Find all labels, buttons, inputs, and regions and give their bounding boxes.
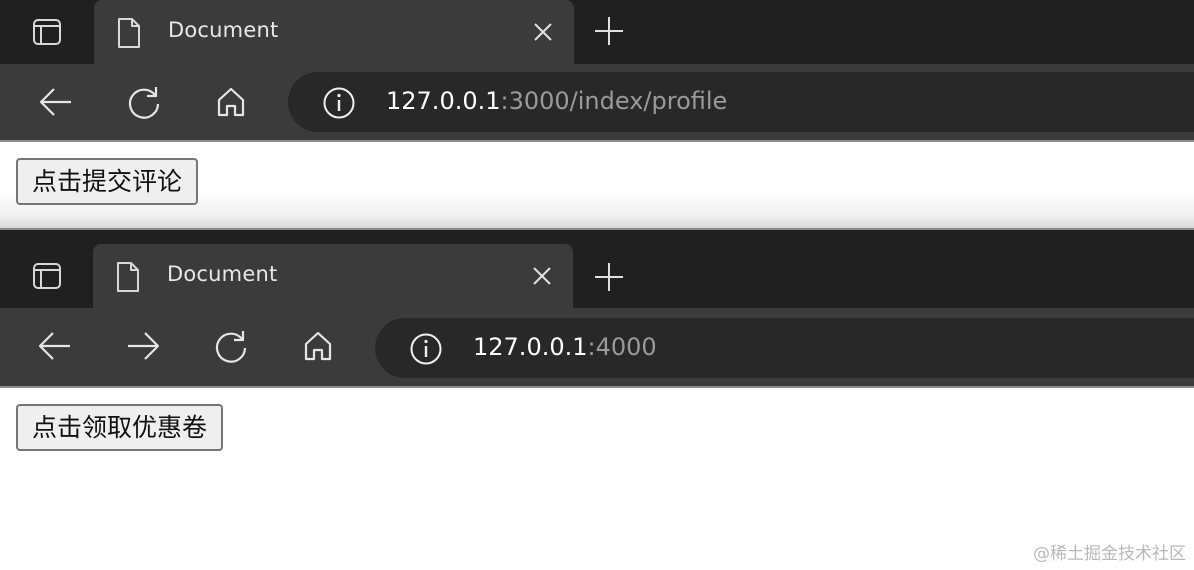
active-tab[interactable]: Document (93, 244, 573, 310)
back-button[interactable] (35, 326, 75, 366)
browser-window-2: Document 127.0.0.1:4000 点击领取优惠卷 (0, 228, 1194, 570)
reload-icon (215, 331, 247, 363)
address-bar[interactable]: 127.0.0.1:3000/index/profile (288, 72, 1194, 132)
active-tab[interactable]: Document (94, 0, 574, 64)
home-icon (304, 331, 332, 361)
navigation-toolbar: 127.0.0.1:4000 (0, 308, 1194, 386)
forward-button[interactable] (123, 326, 163, 366)
url-host: 127.0.0.1 (473, 333, 588, 361)
page-content: 点击提交评论 (0, 142, 1194, 228)
info-icon[interactable] (409, 332, 443, 366)
claim-coupon-button[interactable]: 点击领取优惠卷 (16, 404, 224, 451)
close-icon[interactable] (532, 21, 554, 43)
forward-arrow-icon (128, 332, 160, 360)
reload-button[interactable] (211, 326, 251, 366)
tab-actions-button[interactable] (0, 244, 94, 308)
url-text[interactable]: 127.0.0.1:3000/index/profile (386, 87, 727, 115)
url-port: :4000 (587, 333, 657, 361)
back-arrow-icon (38, 332, 70, 360)
plus-icon[interactable] (592, 260, 626, 294)
reload-button[interactable] (124, 82, 164, 122)
document-icon (118, 18, 140, 48)
info-icon[interactable] (322, 86, 356, 120)
tab-strip: Document (0, 230, 1194, 310)
reload-icon (128, 87, 160, 119)
url-host: 127.0.0.1 (386, 87, 501, 115)
back-button[interactable] (36, 82, 76, 122)
navigation-toolbar: 127.0.0.1:3000/index/profile (0, 64, 1194, 140)
browser-window-1: Document 127.0.0.1:3000/index/profile 点击… (0, 0, 1194, 228)
url-path: :3000/index/profile (500, 87, 728, 115)
back-arrow-icon (39, 88, 71, 116)
home-icon (217, 87, 245, 117)
url-text[interactable]: 127.0.0.1:4000 (473, 333, 657, 361)
watermark: @稀土掘金技术社区 (1033, 544, 1186, 564)
submit-comment-button[interactable]: 点击提交评论 (16, 158, 199, 205)
tab-strip: Document (0, 0, 1194, 64)
home-button[interactable] (211, 82, 251, 122)
home-button[interactable] (298, 326, 338, 366)
plus-icon[interactable] (592, 14, 626, 48)
tab-actions-icon (33, 263, 61, 289)
tab-actions-button[interactable] (0, 0, 94, 64)
address-bar[interactable]: 127.0.0.1:4000 (375, 318, 1194, 378)
tab-actions-icon (33, 19, 61, 45)
tab-title: Document (168, 18, 279, 42)
tab-title: Document (167, 262, 278, 286)
page-content: 点击领取优惠卷 (0, 388, 1194, 570)
document-icon (117, 262, 139, 292)
close-icon[interactable] (531, 265, 553, 287)
